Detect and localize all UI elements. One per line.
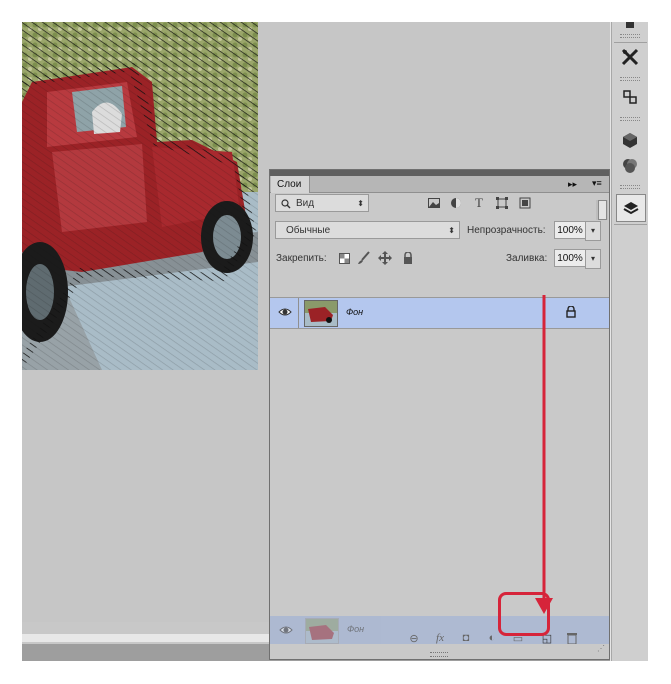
new-layer-highlight — [498, 592, 550, 636]
annotation-arrow — [535, 295, 553, 614]
